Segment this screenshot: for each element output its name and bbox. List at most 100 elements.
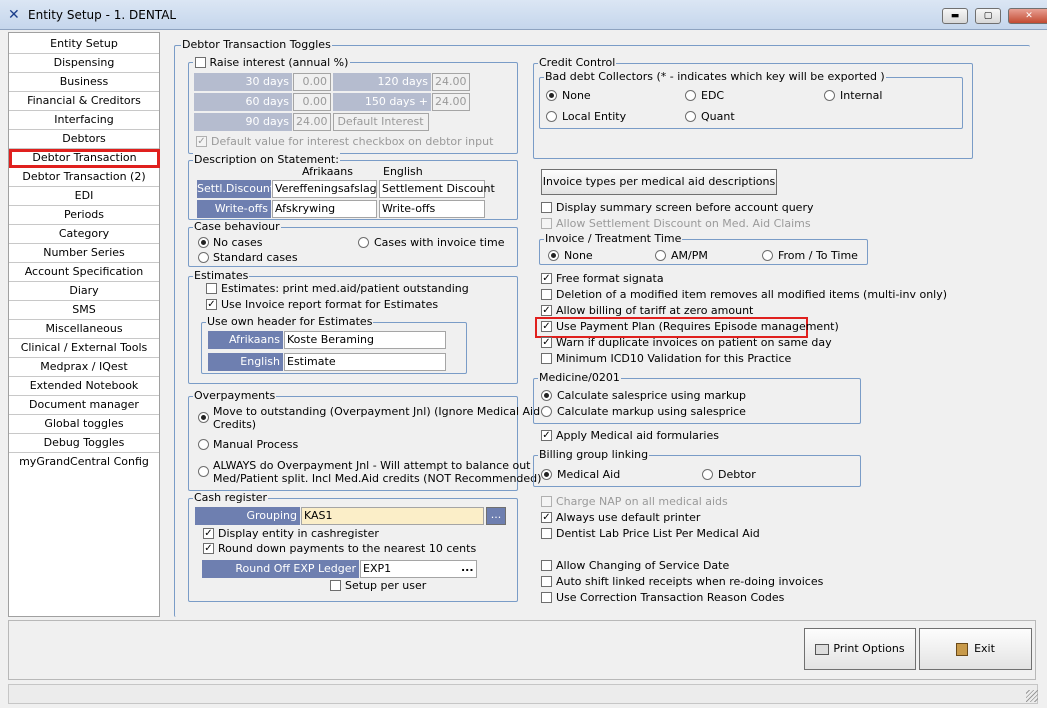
no-cases-label: No cases [213,236,263,249]
free-format-checkbox[interactable]: ✓ [541,273,552,284]
display-entity-checkbox[interactable]: ✓ [203,528,214,539]
write-offs-en-field[interactable]: Write-offs [379,200,485,218]
markup-calc-radio[interactable] [541,406,552,417]
billing-medaid-radio[interactable] [541,469,552,480]
sidebar-item[interactable]: Clinical / External Tools [9,339,159,358]
grouping-field[interactable]: KAS1 [301,507,484,525]
close-button[interactable]: ✕ [1008,8,1047,24]
header-afrikaans-field[interactable]: Koste Beraming [284,331,446,349]
sidebar-item[interactable]: Interfacing [9,111,159,130]
overpayment-always-radio[interactable] [198,466,209,477]
sidebar-item[interactable]: SMS [9,301,159,320]
deletion-checkbox[interactable] [541,289,552,300]
sidebar-item[interactable]: Financial & Creditors [9,92,159,111]
allow-settlement-label: Allow Settlement Discount on Med. Aid Cl… [556,217,811,230]
invoice-time-title: Invoice / Treatment Time [544,232,683,246]
field-30-days[interactable]: 0.00 [293,73,331,91]
sidebar-item[interactable]: Number Series [9,244,159,263]
sidebar-item[interactable]: Business [9,73,159,92]
bad-debt-internal-radio[interactable] [824,90,835,101]
print-options-button[interactable]: Print Options [804,628,916,670]
standard-cases-radio[interactable] [198,252,209,263]
icd10-label: Minimum ICD10 Validation for this Practi… [556,352,792,365]
round-down-checkbox[interactable]: ✓ [203,543,214,554]
overpayment-move-radio[interactable] [198,412,209,423]
sidebar-item[interactable]: Category [9,225,159,244]
billing-debtor-radio[interactable] [702,469,713,480]
sidebar-item[interactable]: Debtor Transaction (2) [9,168,159,187]
ledger-browse-button[interactable]: ... [461,561,474,575]
standard-cases-label: Standard cases [213,251,298,264]
bad-debt-title: Bad debt Collectors (* - indicates which… [544,70,886,84]
grouping-browse-button[interactable]: ... [486,507,506,525]
invoice-time-ampm-radio[interactable] [655,250,666,261]
auto-shift-checkbox[interactable] [541,576,552,587]
service-date-checkbox[interactable] [541,560,552,571]
service-date-label: Allow Changing of Service Date [556,559,730,572]
sidebar-item[interactable]: Global toggles [9,415,159,434]
bad-debt-local-radio[interactable] [546,111,557,122]
sidebar-item[interactable]: EDI [9,187,159,206]
invoice-time-none-radio[interactable] [548,250,559,261]
allow-zero-checkbox[interactable]: ✓ [541,305,552,316]
invoice-time-ampm-label: AM/PM [671,249,708,262]
sidebar-item[interactable]: Debug Toggles [9,434,159,453]
default-interest-field[interactable]: Default Interest [333,113,429,131]
correction-codes-checkbox[interactable] [541,592,552,603]
field-150-days[interactable]: 24.00 [432,93,470,111]
dentist-lab-checkbox[interactable] [541,528,552,539]
maximize-button[interactable]: ▢ [975,8,1001,24]
warn-duplicate-checkbox[interactable]: ✓ [541,337,552,348]
sidebar-item[interactable]: Dispensing [9,54,159,73]
sidebar-item[interactable]: Medprax / IQest [9,358,159,377]
sidebar-item[interactable]: Diary [9,282,159,301]
estimates-print-checkbox[interactable] [206,283,217,294]
summary-screen-checkbox[interactable] [541,202,552,213]
exit-button[interactable]: Exit [919,628,1032,670]
bad-debt-quant-radio[interactable] [685,111,696,122]
field-60-days[interactable]: 0.00 [293,93,331,111]
exit-label: Exit [974,642,995,655]
write-offs-af-field[interactable]: Afskrywing [272,200,377,218]
bad-debt-edc-radio[interactable] [685,90,696,101]
field-90-days[interactable]: 24.00 [293,113,331,131]
formularies-checkbox[interactable]: ✓ [541,430,552,441]
settl-discount-af-field[interactable]: Vereffeningsafslag [272,180,377,198]
settl-discount-en-field[interactable]: Settlement Discount [379,180,495,198]
payment-plan-checkbox[interactable]: ✓ [541,321,552,332]
charge-nap-checkbox[interactable] [541,496,552,507]
no-cases-radio[interactable] [198,237,209,248]
default-printer-label: Always use default printer [556,511,701,524]
sidebar-item[interactable]: Debtors [9,130,159,149]
sidebar-item[interactable]: Document manager [9,396,159,415]
icd10-checkbox[interactable] [541,353,552,364]
per-user-checkbox[interactable] [330,580,341,591]
sidebar-item[interactable]: Extended Notebook [9,377,159,396]
default-printer-checkbox[interactable]: ✓ [541,512,552,523]
invoice-time-fromto-radio[interactable] [762,250,773,261]
minimize-button[interactable]: ▬ [942,8,968,24]
own-header-title: Use own header for Estimates [206,315,374,329]
resize-grip-icon[interactable] [1026,690,1038,702]
manual-process-radio[interactable] [198,439,209,450]
cases-time-radio[interactable] [358,237,369,248]
raise-interest-checkbox[interactable] [195,56,206,68]
sidebar-item[interactable]: Debtor Transaction [9,149,160,168]
sidebar-item[interactable]: Miscellaneous [9,320,159,339]
markup-salesprice-radio[interactable] [541,390,552,401]
allow-settlement-checkbox[interactable] [541,218,552,229]
use-invoice-format-checkbox[interactable]: ✓ [206,299,217,310]
ledger-field[interactable]: EXP1 [360,560,477,578]
correction-codes-label: Use Correction Transaction Reason Codes [556,591,785,604]
invoice-types-button[interactable]: Invoice types per medical aid descriptio… [541,169,777,195]
sidebar-item[interactable]: Account Specification [9,263,159,282]
default-interest-checkbox[interactable]: ✓ [196,136,207,147]
label-90-days: 90 days [194,113,292,131]
sidebar-item[interactable]: Entity Setup [9,35,159,54]
header-english-field[interactable]: Estimate [284,353,446,371]
sidebar-item[interactable]: Periods [9,206,159,225]
field-120-days[interactable]: 24.00 [432,73,470,91]
bad-debt-none-radio[interactable] [546,90,557,101]
app-icon: ✕ [8,7,20,23]
sidebar-item[interactable]: myGrandCentral Config [9,453,159,472]
